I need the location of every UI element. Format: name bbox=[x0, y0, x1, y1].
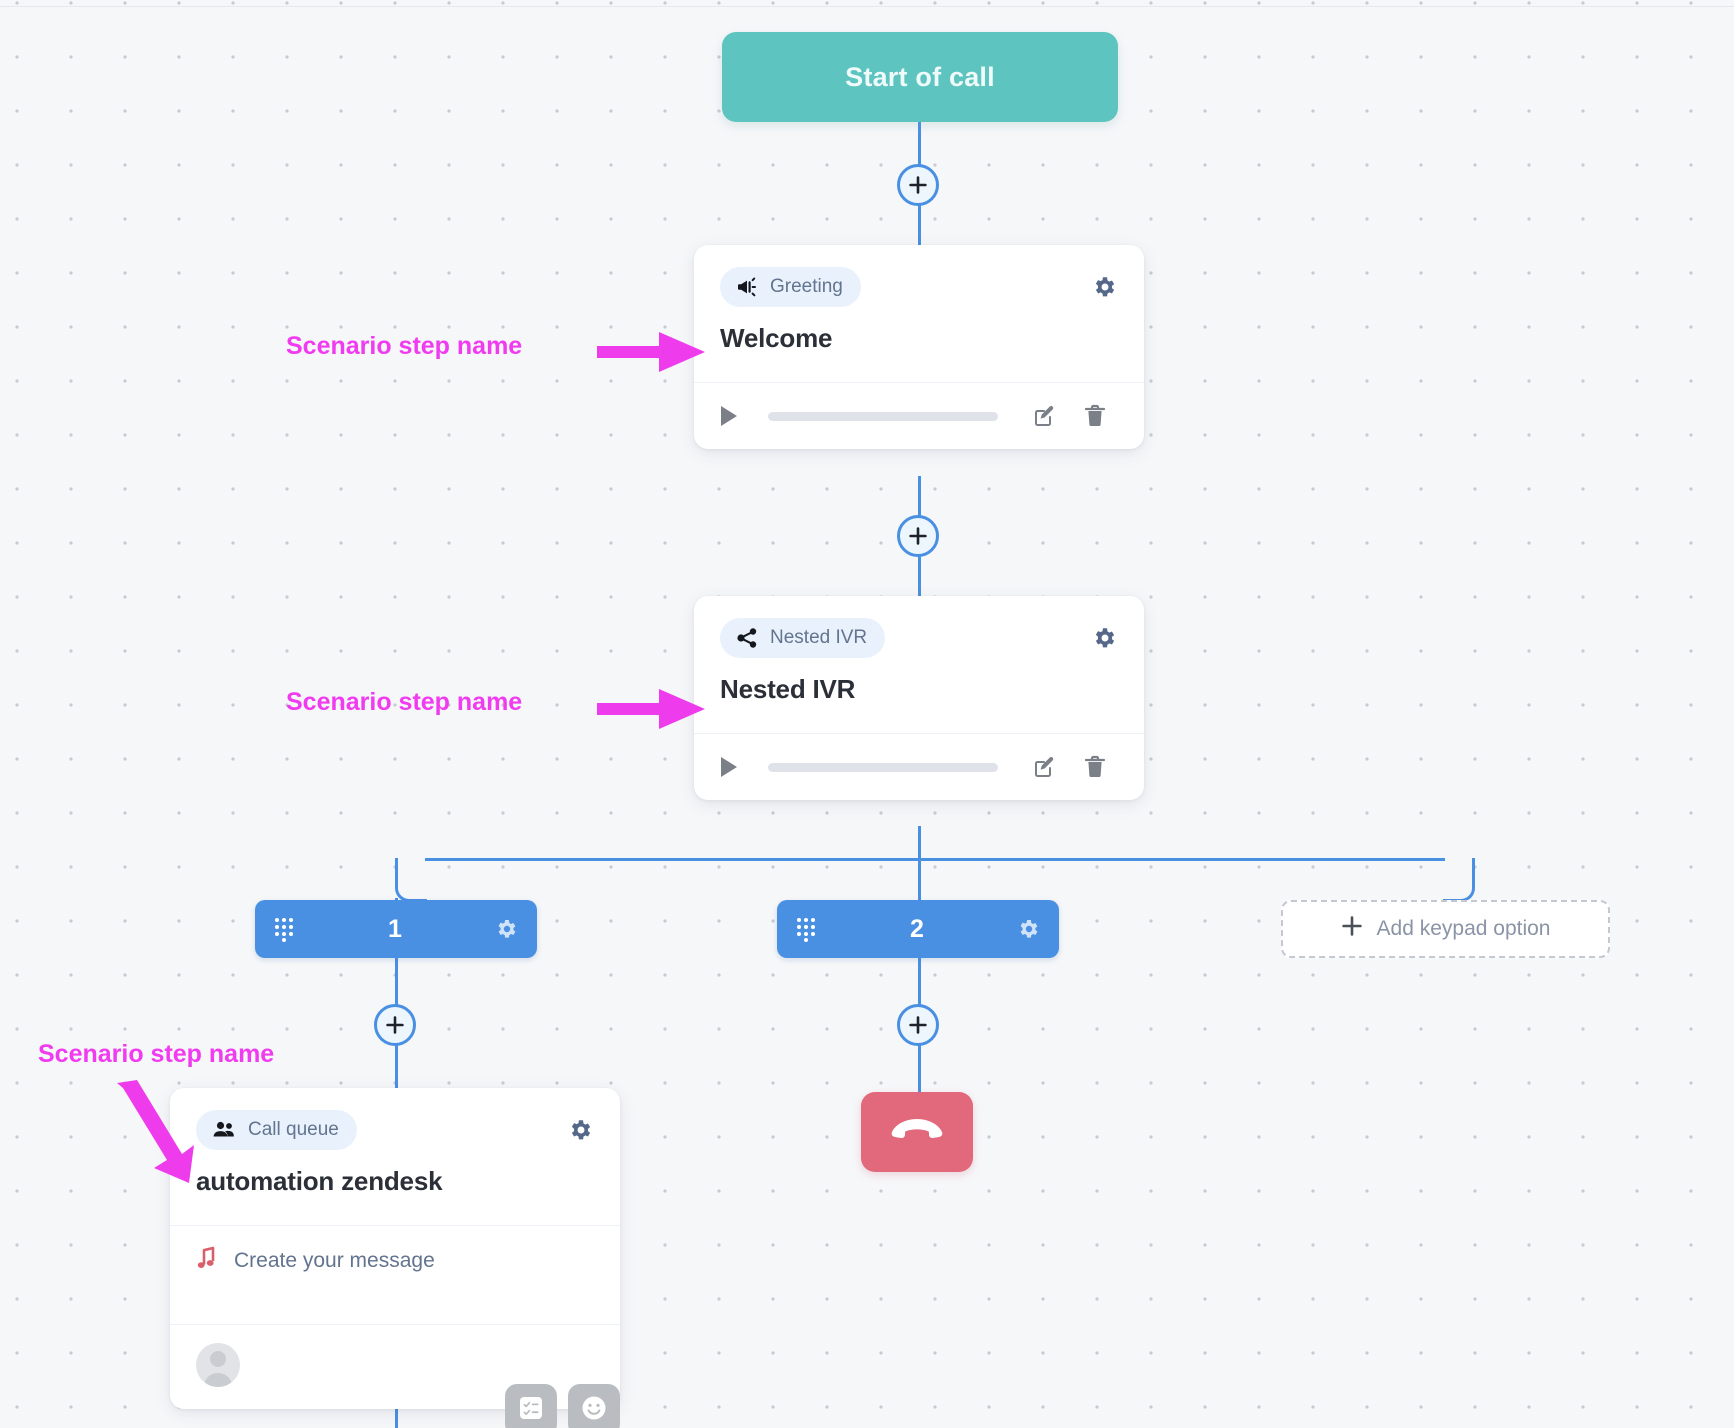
connector-elbow-left bbox=[395, 858, 427, 902]
audio-progress-bar[interactable] bbox=[768, 411, 998, 421]
trash-icon[interactable] bbox=[1070, 754, 1120, 780]
dialpad-icon bbox=[777, 916, 817, 942]
gear-icon[interactable] bbox=[568, 1117, 594, 1143]
step-name: Welcome bbox=[720, 323, 833, 353]
add-keypad-option-label: Add keypad option bbox=[1376, 917, 1551, 940]
audio-player-row bbox=[694, 383, 1144, 449]
annotation-label-1: Scenario step name bbox=[286, 332, 523, 360]
plus-icon bbox=[909, 1016, 927, 1034]
top-divider bbox=[0, 6, 1734, 7]
start-of-call-node[interactable]: Start of call bbox=[722, 32, 1118, 122]
connector-ivr-stem bbox=[918, 826, 921, 900]
audio-player-row bbox=[694, 734, 1144, 800]
step-type-badge: Call queue bbox=[196, 1110, 357, 1150]
add-step-button-3[interactable] bbox=[374, 1004, 416, 1046]
step-type-badge: Greeting bbox=[720, 267, 861, 307]
step-name: Nested IVR bbox=[720, 674, 856, 704]
step-type-label: Nested IVR bbox=[770, 627, 868, 648]
add-step-button-1[interactable] bbox=[897, 164, 939, 206]
plus-icon bbox=[1341, 915, 1363, 943]
checklist-tool-button[interactable] bbox=[505, 1384, 557, 1428]
gear-icon[interactable] bbox=[1092, 625, 1118, 651]
card-header: Greeting bbox=[694, 245, 1144, 307]
step-card-greeting[interactable]: Greeting Welcome bbox=[694, 245, 1144, 449]
annotation-arrow-2 bbox=[597, 689, 705, 729]
keypad-digit: 2 bbox=[910, 914, 924, 943]
step-type-label: Greeting bbox=[770, 276, 843, 297]
annotation-arrow-3 bbox=[117, 1080, 194, 1183]
step-card-nested-ivr[interactable]: Nested IVR Nested IVR bbox=[694, 596, 1144, 800]
megaphone-icon bbox=[736, 277, 758, 297]
step-name: automation zendesk bbox=[196, 1166, 443, 1196]
hangup-phone-icon bbox=[889, 1115, 945, 1150]
checklist-icon bbox=[516, 1393, 546, 1428]
keypad-digit: 1 bbox=[388, 914, 402, 943]
gear-icon[interactable] bbox=[1017, 917, 1059, 941]
plus-icon bbox=[909, 527, 927, 545]
smiley-icon bbox=[578, 1392, 610, 1428]
music-note-icon bbox=[196, 1245, 218, 1277]
gear-icon[interactable] bbox=[495, 917, 537, 941]
avatar[interactable] bbox=[196, 1343, 240, 1387]
play-icon[interactable] bbox=[718, 404, 762, 428]
annotation-arrow-1 bbox=[597, 332, 705, 372]
card-header: Nested IVR bbox=[694, 596, 1144, 658]
plus-icon bbox=[909, 176, 927, 194]
emoji-tool-button[interactable] bbox=[568, 1384, 620, 1428]
add-step-button-4[interactable] bbox=[897, 1004, 939, 1046]
edit-pencil-icon[interactable] bbox=[1020, 403, 1070, 429]
keypad-option-1[interactable]: 1 bbox=[255, 900, 537, 958]
start-of-call-label: Start of call bbox=[845, 61, 995, 92]
add-keypad-option-button[interactable]: Add keypad option bbox=[1281, 900, 1610, 958]
step-type-label: Call queue bbox=[248, 1119, 339, 1140]
flow-canvas[interactable]: Start of call Greeting Welcome Nested IV… bbox=[0, 0, 1734, 1428]
audio-progress-bar[interactable] bbox=[768, 762, 998, 772]
gear-icon[interactable] bbox=[1092, 274, 1118, 300]
dialpad-icon bbox=[255, 916, 295, 942]
step-card-call-queue[interactable]: Call queue automation zendesk Create you… bbox=[170, 1088, 620, 1409]
connector-branch-bus bbox=[425, 858, 1445, 861]
annotation-label-3: Scenario step name bbox=[38, 1040, 275, 1068]
annotation-label-2: Scenario step name bbox=[286, 688, 523, 716]
card-header: Call queue bbox=[170, 1088, 620, 1150]
keypad-option-2[interactable]: 2 bbox=[777, 900, 1059, 958]
create-message-row[interactable]: Create your message bbox=[170, 1226, 620, 1296]
create-message-label: Create your message bbox=[234, 1249, 435, 1272]
add-step-button-2[interactable] bbox=[897, 515, 939, 557]
hangup-node[interactable] bbox=[861, 1092, 973, 1172]
share-icon bbox=[736, 627, 758, 649]
plus-icon bbox=[386, 1016, 404, 1034]
trash-icon[interactable] bbox=[1070, 403, 1120, 429]
connector-elbow-right bbox=[1443, 858, 1475, 902]
step-type-badge: Nested IVR bbox=[720, 618, 886, 658]
edit-pencil-icon[interactable] bbox=[1020, 754, 1070, 780]
play-icon[interactable] bbox=[718, 755, 762, 779]
